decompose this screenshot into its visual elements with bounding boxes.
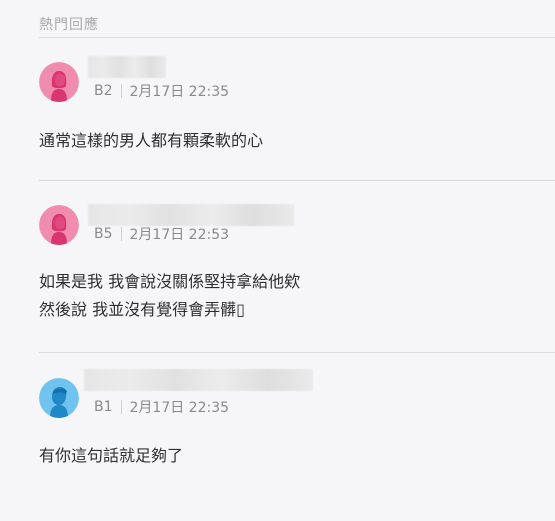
comment-text: 通常這樣的男人都有顆柔軟的心 <box>39 131 264 150</box>
floor-number[interactable]: B2 <box>94 83 121 99</box>
female-avatar-icon[interactable] <box>39 205 79 245</box>
female-avatar-icon[interactable] <box>39 62 79 102</box>
meta-separator <box>120 227 122 241</box>
post-time: 2月17日 22:53 <box>129 227 230 243</box>
comment-meta: B5 2月17日 22:53 <box>94 224 229 244</box>
section-title: 熱門回應 <box>39 17 99 33</box>
divider <box>39 180 555 181</box>
post-time: 2月17日 22:35 <box>129 400 230 416</box>
author-name-redacted[interactable] <box>88 204 294 226</box>
author-name-redacted[interactable] <box>88 56 166 78</box>
floor-number[interactable]: B5 <box>94 226 121 242</box>
comment-meta: B1 2月17日 22:35 <box>94 397 229 417</box>
meta-separator <box>120 84 122 98</box>
divider <box>39 352 555 353</box>
comment-text: 如果是我 我會說沒關係堅持拿給他欸 然後說 我並沒有覺得會弄髒▯ <box>39 272 301 319</box>
divider <box>39 37 555 38</box>
meta-separator <box>120 400 122 414</box>
male-avatar-icon[interactable] <box>39 378 79 418</box>
comment-text: 有你這句話就足夠了 <box>39 446 184 465</box>
floor-number[interactable]: B1 <box>94 399 121 415</box>
post-time: 2月17日 22:35 <box>129 84 230 100</box>
comment-meta: B2 2月17日 22:35 <box>94 81 229 101</box>
author-name-redacted[interactable] <box>84 369 313 391</box>
